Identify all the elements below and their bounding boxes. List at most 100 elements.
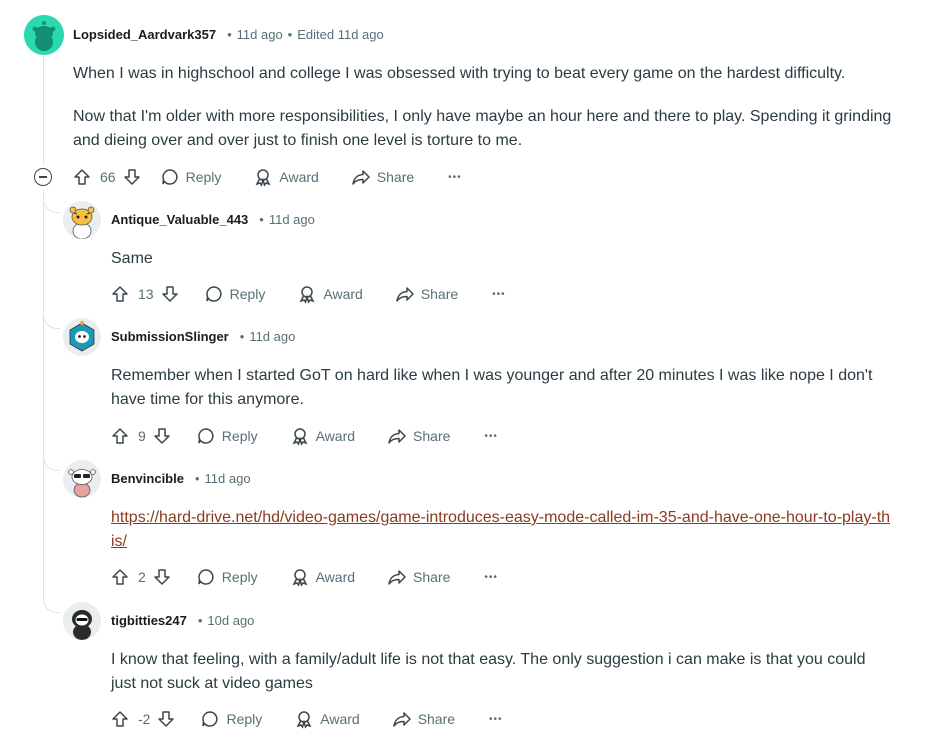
timestamp: 10d ago (207, 613, 255, 628)
downvote-button[interactable] (122, 167, 142, 187)
timestamp: 11d ago (204, 471, 251, 486)
share-icon (392, 712, 411, 727)
more-options-button[interactable]: ••• (489, 714, 503, 725)
reply-button[interactable]: Reply (160, 167, 221, 187)
comment-body: I know that feeling, with a family/adult… (111, 648, 891, 696)
award-button[interactable]: Award (290, 567, 355, 587)
avatar[interactable] (63, 201, 101, 239)
comment-paragraph: When I was in highschool and college I w… (73, 65, 846, 82)
reply-button[interactable]: Reply (196, 426, 258, 446)
more-options-button[interactable]: ••• (484, 431, 498, 442)
reply-button[interactable]: Reply (204, 284, 265, 304)
upvote-button[interactable] (72, 167, 92, 187)
author-name[interactable]: Lopsided_Aardvark357 (73, 27, 216, 42)
comment-actions: 13 Reply Award Share ••• (110, 282, 506, 306)
comment-bubble-icon (198, 428, 214, 444)
thread-branch (43, 196, 60, 213)
reply-button[interactable]: Reply (200, 709, 262, 729)
upvote-icon (112, 428, 128, 444)
comment-meta: tigbitties247 • 10d ago (111, 613, 255, 628)
comment-body: When I was in highschool and college I w… (73, 62, 893, 153)
comment-meta: Antique_Valuable_443 • 11d ago (111, 212, 315, 227)
timestamp: 11d ago (236, 27, 283, 42)
snoo-glasses-avatar-icon (63, 460, 101, 498)
comment-bubble-icon (198, 569, 214, 585)
reply-button[interactable]: Reply (196, 567, 258, 587)
comment-text: Remember when I started GoT on hard like… (111, 367, 873, 408)
downvote-icon (161, 286, 178, 302)
tiger-avatar-icon (63, 201, 101, 239)
comment-body: https://hard-drive.net/hd/video-games/ga… (111, 506, 891, 554)
ellipsis-icon: ••• (492, 288, 506, 300)
thread-branch (43, 312, 60, 329)
share-button[interactable]: Share (395, 284, 458, 304)
thread-line-children (43, 190, 44, 596)
downvote-icon (158, 711, 175, 727)
more-options-button[interactable]: ••• (492, 289, 506, 300)
comment-actions: 66 Reply Award Share ••• (72, 165, 462, 189)
award-icon (255, 169, 271, 187)
comment-bubble-icon (202, 711, 219, 727)
comment-bubble-icon (161, 169, 178, 185)
vote-count: 66 (100, 169, 116, 185)
comment-paragraph: Now that I'm older with more responsibil… (73, 108, 892, 149)
award-button[interactable]: Award (253, 167, 319, 187)
share-icon (352, 170, 370, 185)
award-button[interactable]: Award (290, 426, 355, 446)
hooded-avatar-icon (63, 602, 101, 640)
comment-text: I know that feeling, with a family/adult… (111, 651, 866, 692)
upvote-button[interactable] (110, 567, 130, 587)
ellipsis-icon: ••• (489, 713, 503, 725)
share-button[interactable]: Share (387, 567, 450, 587)
avatar[interactable] (24, 15, 64, 55)
award-icon (292, 569, 308, 587)
vote-count: -2 (138, 711, 151, 727)
downvote-button[interactable] (152, 426, 172, 446)
comment-actions: -2 Reply Award Share ••• (110, 707, 503, 731)
more-options-button[interactable]: ••• (448, 172, 462, 183)
author-name[interactable]: Benvincible (111, 471, 184, 486)
upvote-button[interactable] (110, 426, 130, 446)
comment-text: Same (111, 250, 153, 267)
vote-count: 2 (138, 569, 146, 585)
share-button[interactable]: Share (392, 709, 455, 729)
award-button[interactable]: Award (294, 709, 360, 729)
downvote-button[interactable] (160, 284, 180, 304)
vote-count: 9 (138, 428, 146, 444)
author-name[interactable]: SubmissionSlinger (111, 329, 229, 344)
comment-actions: 9 Reply Award Share ••• (110, 424, 498, 448)
upvote-button[interactable] (110, 284, 130, 304)
award-icon (296, 711, 312, 729)
more-options-button[interactable]: ••• (484, 572, 498, 583)
award-icon (292, 428, 308, 446)
vote-count: 13 (138, 286, 154, 302)
upvote-icon (112, 569, 128, 585)
thread-branch (43, 596, 60, 613)
timestamp: 11d ago (249, 329, 296, 344)
ellipsis-icon: ••• (484, 571, 498, 583)
share-icon (388, 570, 406, 585)
upvote-icon (74, 169, 90, 185)
comment-link[interactable]: https://hard-drive.net/hd/video-games/ga… (111, 509, 890, 550)
share-button[interactable]: Share (387, 426, 450, 446)
downvote-button[interactable] (156, 709, 176, 729)
timestamp: 11d ago (268, 212, 315, 227)
comment-meta: Lopsided_Aardvark357 • 11d ago • Edited … (73, 27, 384, 42)
avatar[interactable] (63, 318, 101, 356)
share-icon (388, 429, 406, 444)
author-name[interactable]: tigbitties247 (111, 613, 187, 628)
avatar[interactable] (63, 460, 101, 498)
award-button[interactable]: Award (297, 284, 363, 304)
author-name[interactable]: Antique_Valuable_443 (111, 212, 248, 227)
upvote-button[interactable] (110, 709, 130, 729)
share-icon (396, 287, 414, 302)
downvote-icon (123, 169, 140, 185)
comment-bubble-icon (205, 286, 222, 302)
comment-meta: SubmissionSlinger • 11d ago (111, 329, 296, 344)
avatar[interactable] (63, 602, 101, 640)
share-button[interactable]: Share (351, 167, 414, 187)
collapse-button[interactable] (34, 168, 52, 186)
downvote-icon (154, 569, 170, 585)
comment-actions: 2 Reply Award Share ••• (110, 565, 498, 589)
downvote-button[interactable] (152, 567, 172, 587)
